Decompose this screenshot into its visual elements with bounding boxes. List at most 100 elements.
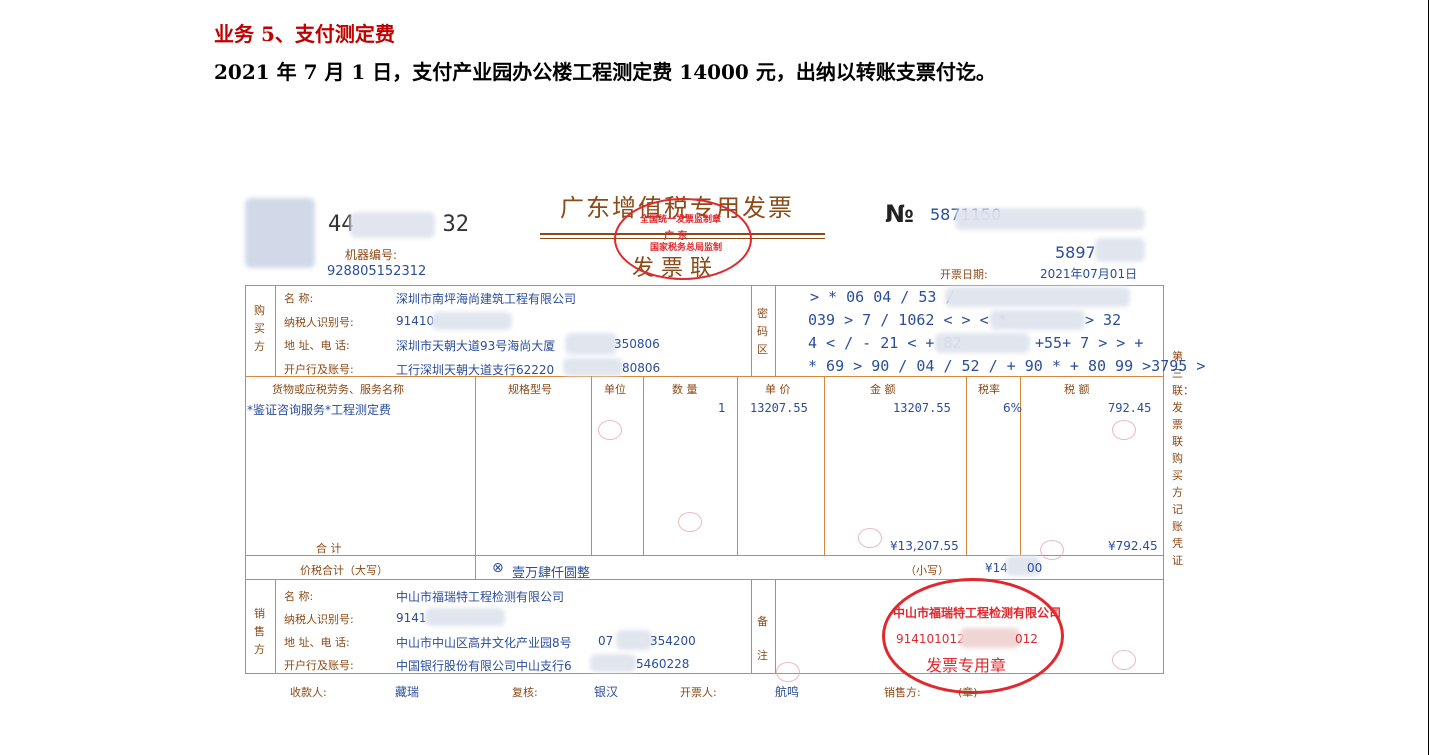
seller-name: 中山市福瑞特工程检测有限公司 — [396, 590, 565, 604]
small-value: ¥14 — [985, 561, 1008, 575]
watermark-icon — [776, 662, 800, 682]
col-header-tax: 税 额 — [1064, 383, 1090, 396]
buyer-bank-redaction — [563, 358, 623, 376]
col-header-spec: 规格型号 — [508, 383, 552, 396]
issuer: 航鸣 — [775, 685, 800, 699]
seller-sign-stamp: (章) — [958, 686, 978, 699]
remark-label: 备注 — [757, 615, 768, 662]
watermark-icon — [598, 420, 622, 440]
seller-name-label: 名 称: — [284, 590, 314, 603]
total-label: 合 计 — [316, 542, 342, 555]
item-price: 13207.55 — [750, 401, 808, 415]
small-value-tail: 00 — [1027, 561, 1043, 575]
table-right — [1163, 285, 1164, 674]
col-sep-price — [737, 376, 738, 556]
item-qty: 1 — [718, 401, 726, 415]
buyer-name-label: 名 称: — [284, 292, 314, 305]
cipher-redaction-1 — [945, 287, 1130, 307]
number-redaction — [955, 208, 1145, 230]
table-left — [245, 285, 246, 674]
row-buyer-bottom — [245, 376, 1164, 377]
invoice-code-tail: 32 — [442, 212, 470, 237]
col-sep-rate — [966, 376, 967, 556]
vat-invoice: 44 32 机器编号: 928805152312 广东增值税专用发票 发 票 联 … — [0, 0, 1429, 755]
col-header-rate: 税率 — [978, 383, 1000, 396]
seller-sign-label: 销售方: — [884, 686, 921, 699]
cipher-redaction-2 — [990, 310, 1085, 330]
buyer-cipher-sep — [751, 285, 752, 377]
reviewer: 银汉 — [594, 685, 619, 699]
seller-bank-label: 开户行及账号: — [284, 659, 354, 672]
seller-addr-label: 地 址、电 话: — [284, 636, 350, 649]
col-header-price: 单 价 — [765, 383, 791, 396]
issuer-label: 开票人: — [680, 686, 717, 699]
cap-sep — [475, 555, 476, 580]
watermark-icon — [1112, 420, 1136, 440]
col-sep-qty — [643, 376, 644, 556]
seller-bank-tail: 5460228 — [636, 657, 690, 671]
total-tax: ¥792.45 — [1108, 539, 1158, 553]
cipher-line-2: 039 > 7 / 1062 < > < * — [808, 311, 1007, 329]
buyer-phone-tail: 350806 — [614, 337, 660, 351]
machine-label: 机器编号: — [345, 248, 398, 262]
cap-symbol: ⊗ — [492, 560, 504, 576]
seller-bank: 中国银行股份有限公司中山支行6 — [396, 659, 572, 673]
seller-phone-redaction — [616, 630, 652, 650]
invoice-code-redaction — [350, 212, 435, 238]
cipher-line-3-tail: +55+ 7 > > + — [1035, 334, 1144, 352]
remark-label-sep — [775, 579, 776, 674]
cap-label: 价税合计（大写） — [300, 564, 388, 577]
seller-remark-sep — [751, 579, 752, 674]
buyer-side-sep — [275, 285, 276, 377]
seller-side-sep — [275, 579, 276, 674]
seller-address: 中山市中山区高井文化产业园8号 — [396, 636, 572, 650]
col-sep-spec — [475, 376, 476, 556]
seller-stamp-bottom: 发票专用章 — [926, 656, 1007, 675]
watermark-icon — [858, 528, 882, 548]
seller-side-label: 销售方 — [254, 607, 265, 656]
buyer-addr-redaction — [565, 333, 617, 355]
seller-stamp-code-tail: 012 — [1015, 632, 1038, 646]
buyer-address: 深圳市天朝大道93号海尚大厦 — [396, 339, 556, 353]
seller-tax-id: 9141 — [396, 611, 427, 625]
col-sep-unit — [591, 376, 592, 556]
buyer-tax-label: 纳税人识别号: — [284, 316, 354, 329]
invoice-number-head: 58 — [930, 205, 951, 224]
invoice-date: 2021年07月01日 — [1040, 267, 1138, 281]
cipher-redaction-3 — [935, 333, 1030, 353]
buyer-name: 深圳市南坪海尚建筑工程有限公司 — [396, 292, 577, 306]
buyer-bank-tail: 80806 — [622, 361, 661, 375]
col-header-unit: 单位 — [604, 383, 626, 396]
watermark-icon — [1112, 650, 1136, 670]
col-header-name: 货物或应税劳务、服务名称 — [272, 383, 404, 396]
tax-stamp-top: 全国统一发票监制章 — [640, 215, 722, 225]
cipher-label: 密码区 — [757, 307, 768, 356]
seller-phone-tail: 354200 — [650, 634, 696, 648]
buyer-bank-label: 开户行及账号: — [284, 363, 354, 376]
cipher-line-1: > * 06 04 / 53 / — [810, 288, 955, 306]
seller-bank-redaction — [590, 654, 636, 672]
item-amount: 13207.55 — [893, 401, 951, 415]
invoice-number-2: 5897 — [1055, 243, 1096, 262]
tax-stamp-bottom: 国家税务总局监制 — [650, 243, 723, 253]
qr-code-redaction — [245, 198, 315, 268]
buyer-tax-redaction — [432, 312, 512, 330]
seller-stamp-redaction — [960, 628, 1020, 648]
buyer-side-label: 购买方 — [254, 304, 265, 353]
col-header-amount: 金 额 — [870, 383, 896, 396]
seller-tax-label: 纳税人识别号: — [284, 613, 354, 626]
date-label: 开票日期: — [940, 268, 988, 281]
buyer-tax-id: 91410 — [396, 314, 435, 328]
col-sep-amount — [824, 376, 825, 556]
machine-number: 928805152312 — [327, 264, 427, 279]
cap-value: 壹万肆仟圆整 — [512, 566, 591, 581]
item-rate: 6% — [1003, 401, 1023, 415]
watermark-icon — [678, 512, 702, 532]
item-tax: 792.45 — [1108, 401, 1152, 415]
table-top — [245, 285, 1164, 286]
number-symbol: № — [885, 200, 914, 228]
seller-stamp-code: 914101012 — [896, 632, 965, 646]
small-label: （小写） — [905, 564, 949, 577]
seller-phone-prefix: 07 — [598, 634, 614, 648]
cipher-label-sep — [775, 285, 776, 377]
